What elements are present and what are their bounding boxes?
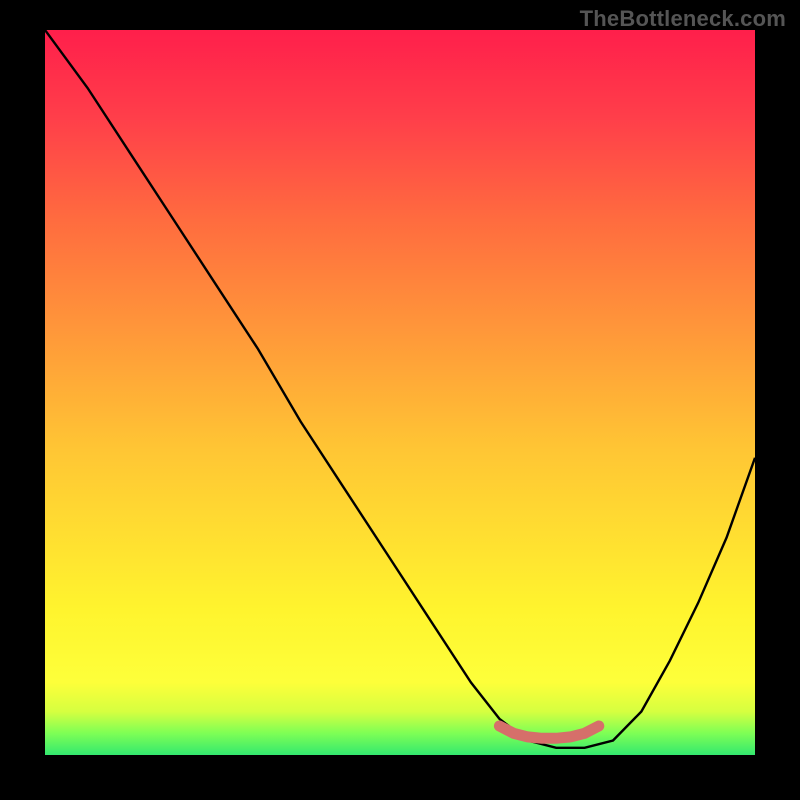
bottleneck-curve-path bbox=[45, 30, 755, 748]
watermark-text: TheBottleneck.com bbox=[580, 6, 786, 32]
chart-frame: TheBottleneck.com bbox=[0, 0, 800, 800]
optimal-band-path bbox=[499, 726, 598, 738]
curve-layer bbox=[45, 30, 755, 755]
plot-area bbox=[45, 30, 755, 755]
